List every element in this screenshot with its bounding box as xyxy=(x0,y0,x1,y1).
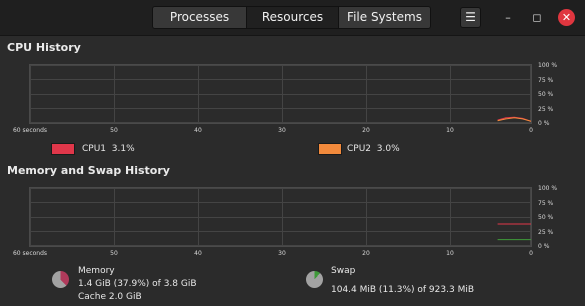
cpu2-color-swatch[interactable] xyxy=(318,143,342,155)
cpu-history-title: CPU History xyxy=(7,41,81,54)
minimize-icon[interactable]: – xyxy=(498,8,518,28)
tab-resources[interactable]: Resources xyxy=(247,7,339,28)
memory-swap-history-title: Memory and Swap History xyxy=(7,164,170,177)
mem-x-tick-label: 0 xyxy=(529,250,533,257)
cpu-x-tick-label: 0 xyxy=(529,127,533,134)
cpu1-color-swatch[interactable] xyxy=(51,143,75,155)
memory-usage-value: 1.4 GiB (37.9%) of 3.8 GiB xyxy=(78,279,197,289)
cpu-x-tick-label: 10 xyxy=(446,127,454,134)
mem-x-tick-label: 10 xyxy=(446,250,454,257)
hamburger-menu-icon[interactable]: ☰ xyxy=(460,7,481,28)
cpu1-label: CPU1 3.1% xyxy=(82,144,135,154)
mem-x-tick-label: 30 xyxy=(278,250,286,257)
cpu-y-tick-label: 75 % xyxy=(538,76,554,84)
mem-y-tick-label: 0 % xyxy=(538,243,550,250)
tab-file-systems[interactable]: File Systems xyxy=(339,7,430,28)
cpu-x-tick-label: 60 seconds xyxy=(12,127,48,134)
tab-processes[interactable]: Processes xyxy=(153,7,247,28)
cpu-y-tick-label: 50 % xyxy=(538,91,554,98)
mem-x-tick-label: 50 xyxy=(110,250,118,257)
memory-label: Memory xyxy=(78,266,115,276)
mem-x-tick-label: 20 xyxy=(362,250,370,257)
cpu2-label: CPU2 3.0% xyxy=(347,144,400,154)
cpu-history-plot xyxy=(30,65,531,123)
memory-swap-history-plot xyxy=(30,188,531,246)
swap-pie-icon[interactable] xyxy=(306,271,323,288)
memory-pie-icon[interactable] xyxy=(52,271,69,288)
cpu-y-tick-label: 100 % xyxy=(538,62,558,69)
view-switcher: Processes Resources File Systems xyxy=(152,6,431,29)
memory-swap-history-graph xyxy=(29,187,532,247)
mem-x-tick-label: 60 seconds xyxy=(12,250,48,257)
cpu-x-tick-label: 50 xyxy=(110,127,118,134)
cpu-x-tick-label: 20 xyxy=(362,127,370,134)
mem-x-tick-label: 40 xyxy=(194,250,202,257)
swap-usage-value: 104.4 MiB (11.3%) of 923.3 MiB xyxy=(331,285,475,295)
close-icon[interactable]: ✕ xyxy=(558,9,575,26)
cpu-x-tick-label: 30 xyxy=(278,127,286,134)
mem-y-tick-label: 25 % xyxy=(538,228,554,236)
cpu-history-graph xyxy=(29,64,532,124)
swap-label: Swap xyxy=(331,266,356,276)
cpu-y-tick-label: 0 % xyxy=(538,120,550,127)
header-bar: Processes Resources File Systems ☰ – ◻ ✕ xyxy=(0,0,585,36)
cpu-y-tick-label: 25 % xyxy=(538,105,554,113)
memory-cache-value: Cache 2.0 GiB xyxy=(78,292,142,302)
mem-y-tick-label: 50 % xyxy=(538,214,554,221)
mem-y-tick-label: 75 % xyxy=(538,199,554,207)
maximize-icon[interactable]: ◻ xyxy=(527,8,547,28)
mem-y-tick-label: 100 % xyxy=(538,185,558,192)
cpu-x-tick-label: 40 xyxy=(194,127,202,134)
